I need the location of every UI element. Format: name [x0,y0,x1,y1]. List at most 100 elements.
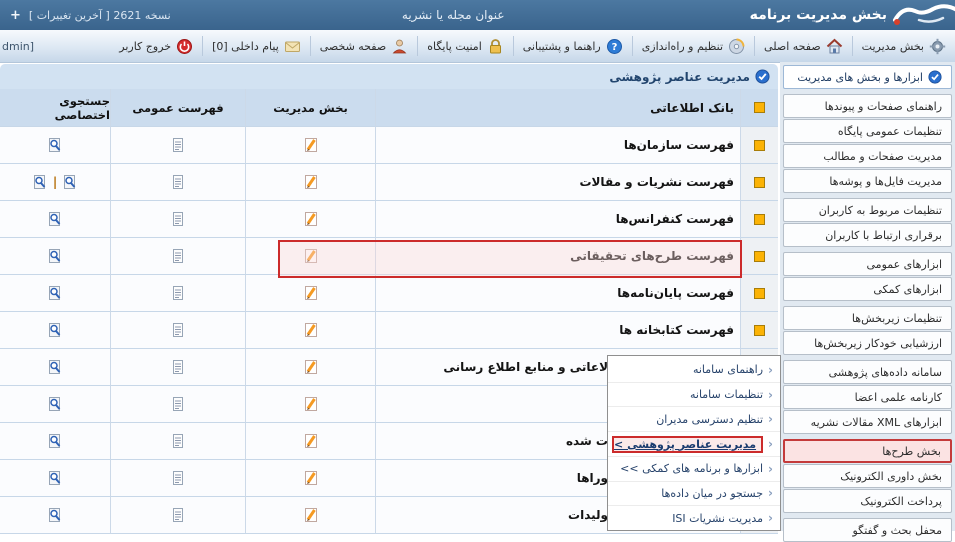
edit-icon[interactable] [303,174,319,190]
public-list-cell[interactable] [110,238,245,275]
search-doc-icon[interactable] [47,507,63,523]
sidebar-item-electronic-payment[interactable]: پرداخت الکترونیک [783,489,952,513]
edit-icon[interactable] [303,507,319,523]
public-list-cell[interactable] [110,201,245,238]
search-doc-icon[interactable] [62,174,78,190]
menu-item-data-search[interactable]: ‹ جستجو در میان داده‌ها [608,481,780,506]
document-icon[interactable] [170,322,186,338]
edit-cell[interactable] [245,497,375,534]
edit-cell[interactable] [245,238,375,275]
document-icon[interactable] [170,396,186,412]
table-row-databank[interactable]: بانک اطلاعاتی [375,89,740,127]
sidebar-item-auxiliary-tools[interactable]: ابزارهای کمکی [783,277,952,301]
search-doc-icon[interactable] [47,137,63,153]
search-cell[interactable] [0,127,110,164]
search-cell[interactable] [0,275,110,312]
sidebar-item-subsection-settings[interactable]: تنظیمات زیربخش‌ها [783,306,952,330]
search-cell[interactable] [0,238,110,275]
edit-cell[interactable] [245,460,375,497]
document-icon[interactable] [170,470,186,486]
document-icon[interactable] [170,137,186,153]
search-doc-icon[interactable] [47,248,63,264]
edit-icon[interactable] [303,322,319,338]
edit-cell[interactable] [245,201,375,238]
search-cell[interactable] [0,349,110,386]
public-list-cell[interactable] [110,312,245,349]
search-cell[interactable]: | [0,164,110,201]
menu-item-system-help[interactable]: ‹ راهنمای سامانه [608,358,780,382]
search-cell[interactable] [0,201,110,238]
menu-item-admin-access[interactable]: ‹ تنظیم دسترسی مدیران [608,406,780,431]
public-list-cell[interactable] [110,423,245,460]
document-icon[interactable] [170,174,186,190]
edit-cell[interactable] [245,312,375,349]
edit-icon[interactable] [303,285,319,301]
search-cell[interactable] [0,312,110,349]
toolbar-item-home[interactable]: صفحه اصلی [754,36,852,56]
edit-cell[interactable] [245,349,375,386]
sidebar-item-general-tools[interactable]: ابزارهای عمومی [783,252,952,276]
document-icon[interactable] [170,507,186,523]
edit-cell[interactable] [245,386,375,423]
document-icon[interactable] [170,359,186,375]
toolbar-item-logout[interactable]: خروج کاربر [110,36,202,56]
edit-icon[interactable] [303,396,319,412]
toolbar-item-personal-page[interactable]: صفحه شخصی [310,36,417,56]
sidebar-item-pages-links-guide[interactable]: راهنمای صفحات و پیوندها [783,94,952,118]
sidebar-item-xml-tools[interactable]: ابزارهای XML مقالات نشریه [783,410,952,434]
public-list-cell[interactable] [110,275,245,312]
sidebar-item-pages-content[interactable]: مدیریت صفحات و مطالب [783,144,952,168]
document-icon[interactable] [170,248,186,264]
edit-cell[interactable] [245,423,375,460]
edit-icon[interactable] [303,359,319,375]
sidebar-item-tools-sections[interactable]: ابزارها و بخش های مدیریت [783,65,952,89]
menu-item-isi-journals[interactable]: ‹ مدیریت نشریات ISI [608,505,780,530]
edit-icon[interactable] [303,137,319,153]
menu-item-research-elements[interactable]: ‹ مدیریت عناصر پژوهشی >> [608,431,780,456]
document-icon[interactable] [170,433,186,449]
table-row-label[interactable]: فهرست پایان‌نامه‌ها [375,275,740,312]
toolbar-item-internal-messages[interactable]: پیام داخلی [0] [202,36,310,56]
document-icon[interactable] [170,285,186,301]
sidebar-item-electronic-review[interactable]: بخش داوری الکترونیک [783,464,952,488]
edit-icon[interactable] [303,470,319,486]
toolbar-item-management-section[interactable]: بخش مدیریت [852,36,955,56]
table-row-label[interactable]: فهرست نشریات و مقالات [375,164,740,201]
search-cell[interactable] [0,497,110,534]
sidebar-item-user-settings[interactable]: تنظیمات مربوط به کاربران [783,198,952,222]
edit-icon[interactable] [303,211,319,227]
edit-icon[interactable] [303,248,319,264]
search-doc-icon[interactable] [47,322,63,338]
table-row-label[interactable]: فهرست کتابخانه ها [375,312,740,349]
sidebar-item-discussion-forum[interactable]: محفل بحث و گفتگو [783,518,952,542]
toolbar-item-setup[interactable]: تنظیم و راه‌اندازی [632,36,754,56]
edit-icon[interactable] [303,433,319,449]
document-icon[interactable] [170,211,186,227]
sidebar-item-files-folders[interactable]: مدیریت فایل‌ها و پوشه‌ها [783,169,952,193]
public-list-cell[interactable] [110,349,245,386]
public-list-cell[interactable] [110,497,245,534]
table-row-label[interactable]: فهرست سازمان‌ها [375,127,740,164]
search-doc-icon[interactable] [47,470,63,486]
search-doc-icon[interactable] [47,285,63,301]
expand-plus-button[interactable]: + [10,8,21,23]
public-list-cell[interactable] [110,164,245,201]
menu-item-system-settings[interactable]: ‹ تنظیمات سامانه [608,382,780,407]
sidebar-item-projects-section[interactable]: بخش طرح‌ها [783,439,952,463]
table-row-research-projects[interactable]: فهرست طرح‌های تحقیقاتی [375,238,740,275]
search-doc-icon[interactable] [47,433,63,449]
edit-cell[interactable] [245,275,375,312]
sidebar-item-members-cv[interactable]: کارنامه علمی اعضا [783,385,952,409]
search-doc-icon[interactable] [32,174,48,190]
search-cell[interactable] [0,423,110,460]
search-cell[interactable] [0,386,110,423]
edit-cell[interactable] [245,127,375,164]
public-list-cell[interactable] [110,386,245,423]
public-list-cell[interactable] [110,127,245,164]
edit-cell[interactable] [245,164,375,201]
toolbar-item-help-support[interactable]: راهنما و پشتیبانی [513,36,632,56]
sidebar-item-research-data-system[interactable]: سامانه داده‌های پژوهشی [783,360,952,384]
menu-item-auxiliary-tools[interactable]: ‹ ابزارها و برنامه های کمکی >> [608,456,780,481]
search-cell[interactable] [0,460,110,497]
search-doc-icon[interactable] [47,211,63,227]
